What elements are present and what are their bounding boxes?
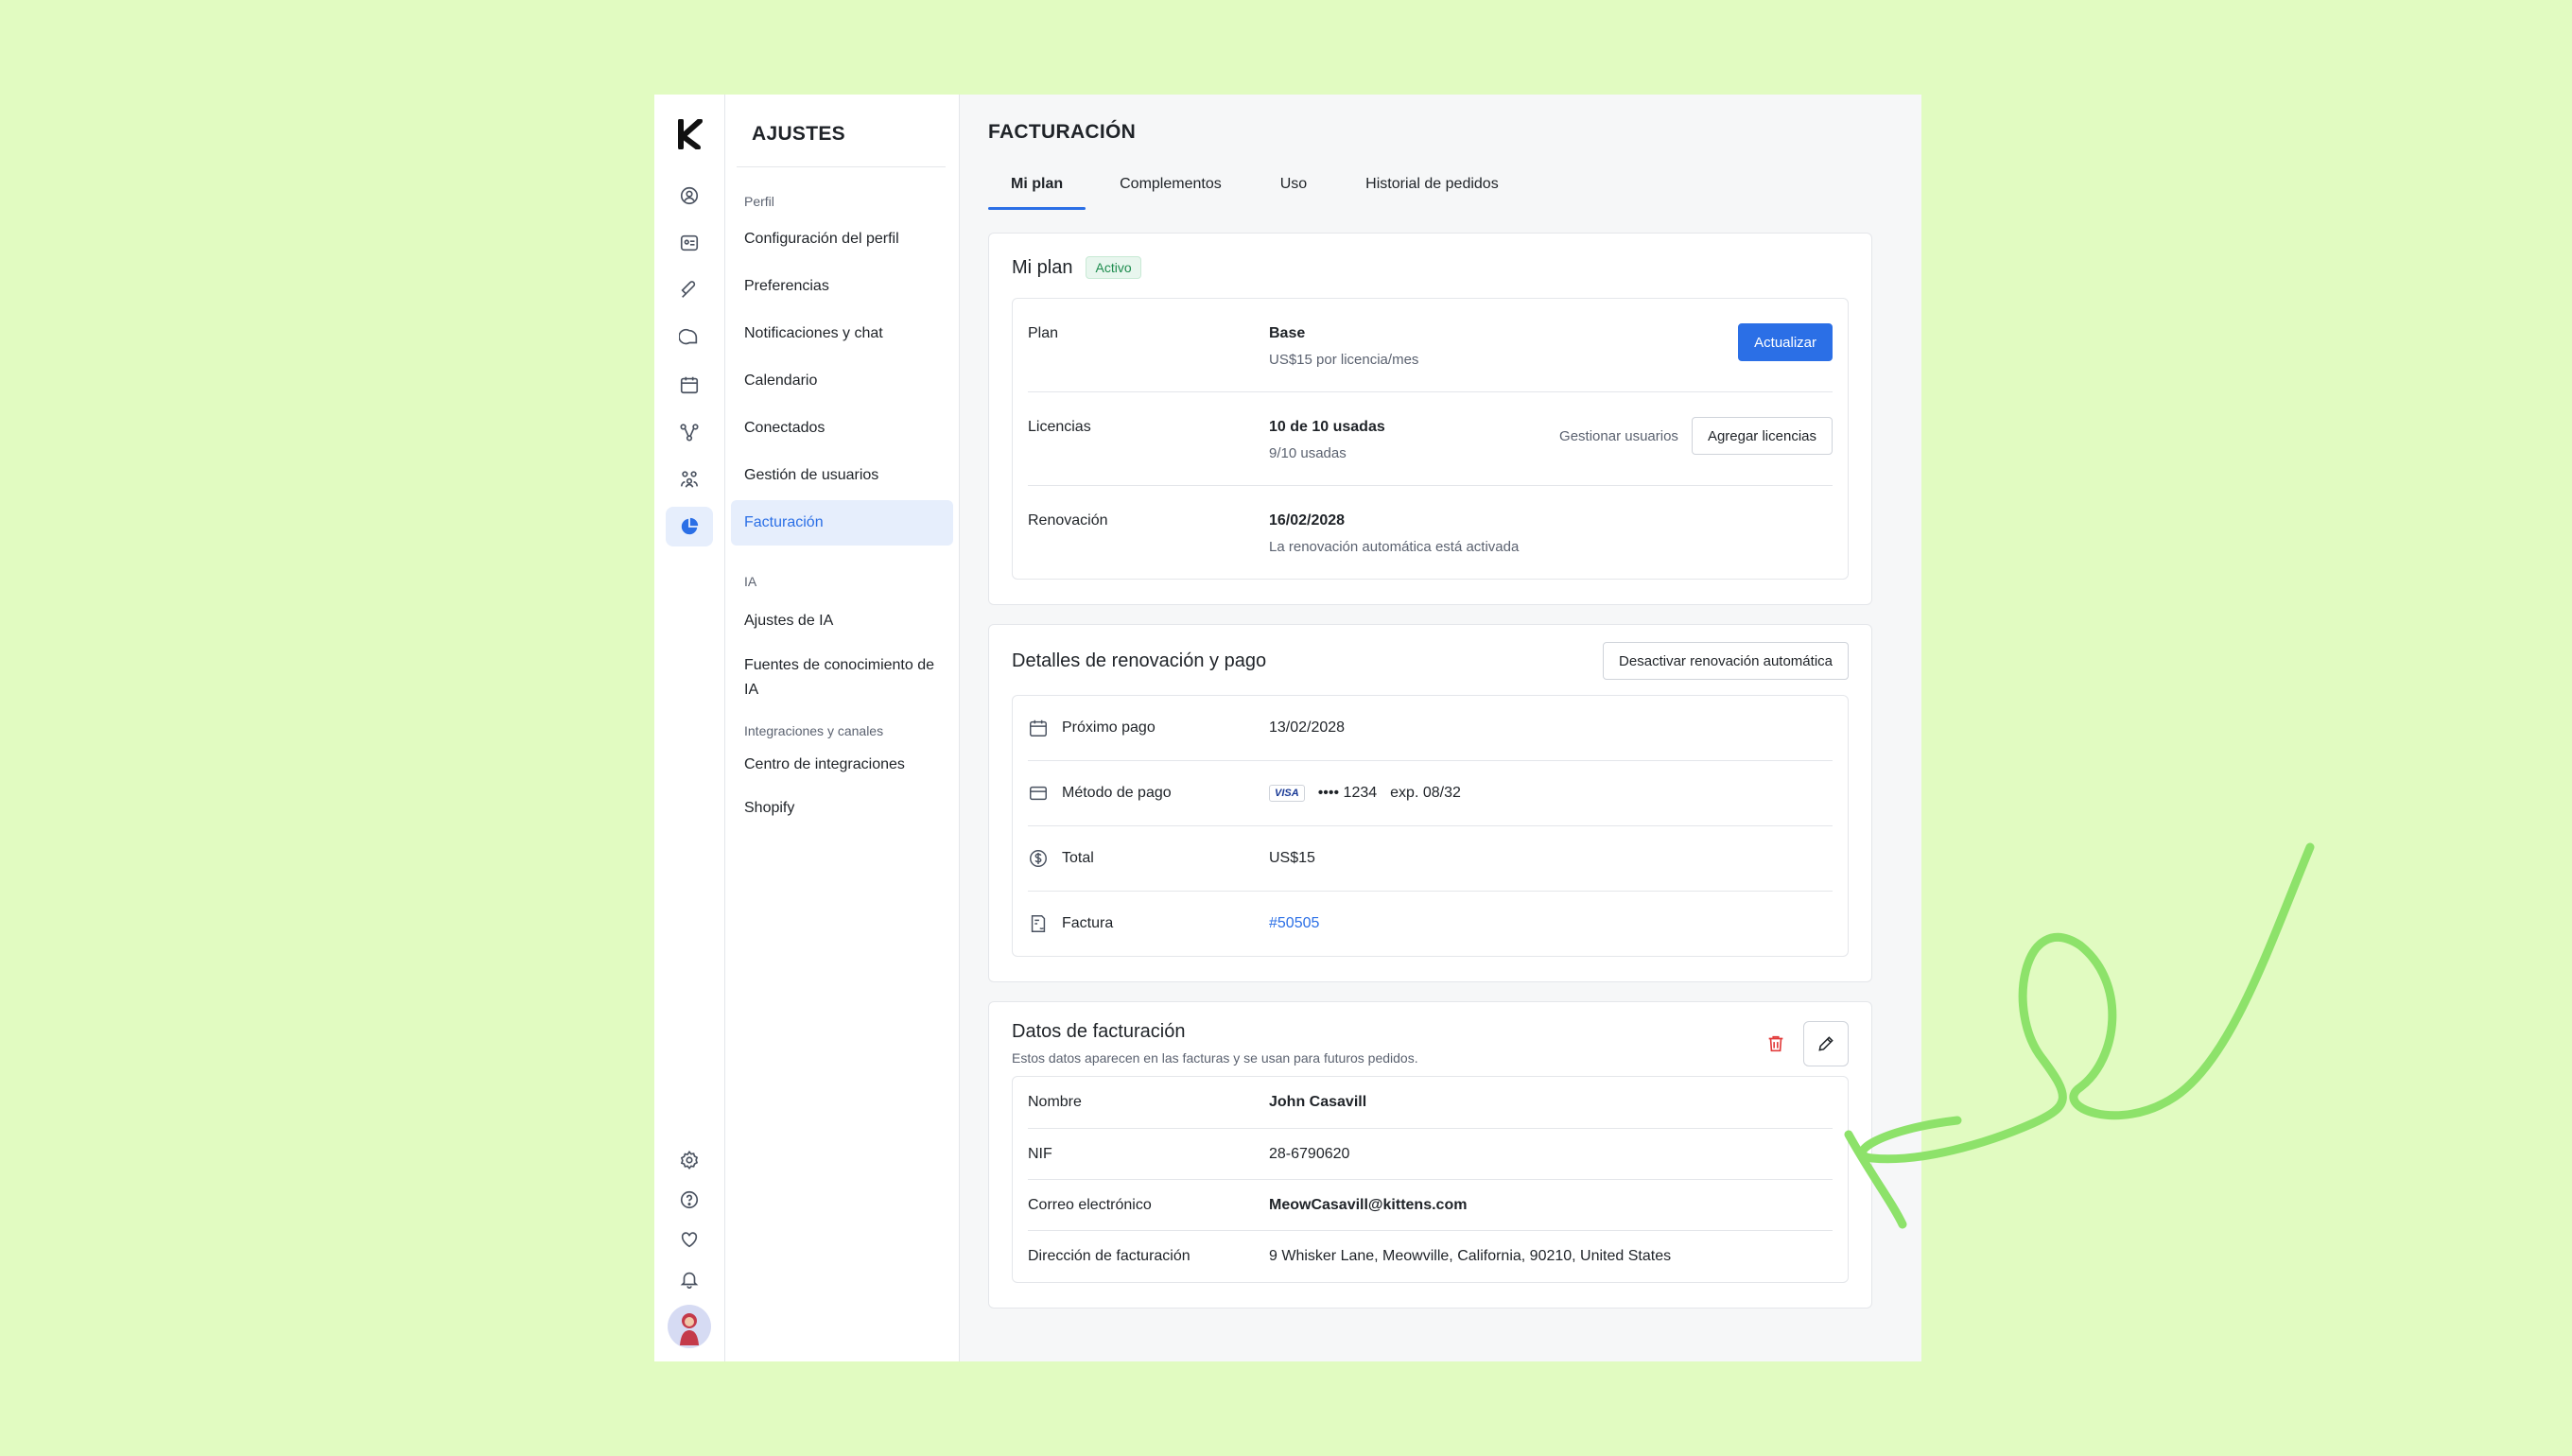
annotation-arrow-icon (1844, 842, 2315, 1229)
